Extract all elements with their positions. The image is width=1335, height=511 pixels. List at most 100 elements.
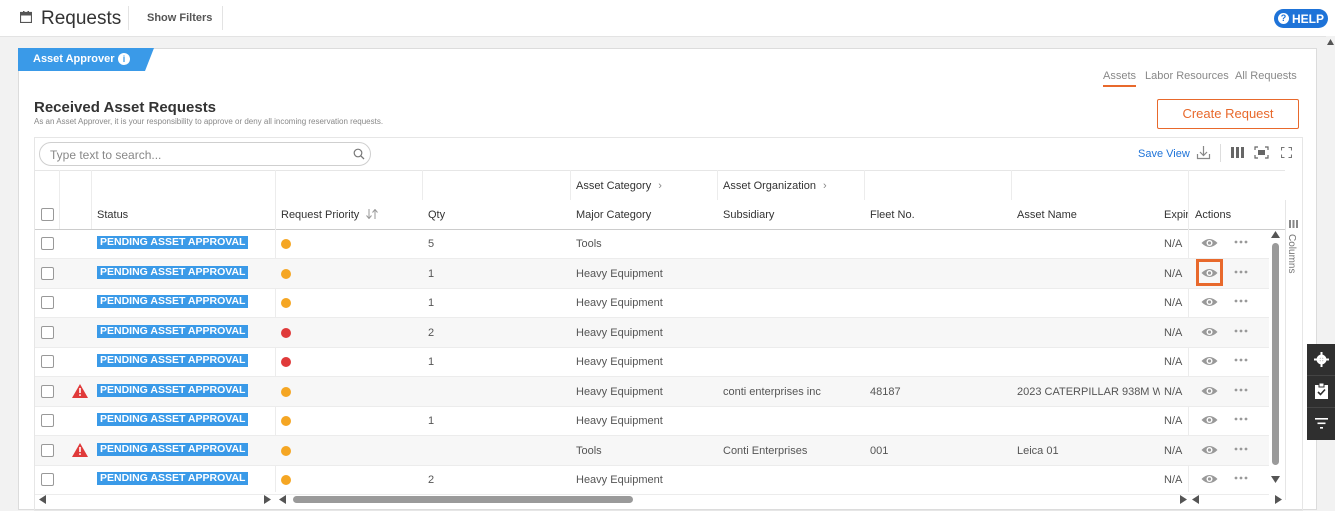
- column-header-priority[interactable]: Request Priority: [281, 208, 379, 221]
- help-button[interactable]: ? HELP: [1274, 9, 1328, 28]
- status-badge: PENDING ASSET APPROVAL: [97, 324, 249, 338]
- divider: [128, 6, 129, 30]
- more-options-icon[interactable]: [1234, 476, 1248, 480]
- column-header-subsidiary[interactable]: Subsidiary: [723, 209, 774, 221]
- more-options-icon[interactable]: [1234, 358, 1248, 362]
- settings-button[interactable]: [1307, 344, 1335, 376]
- column-layout-icon[interactable]: [1231, 147, 1244, 158]
- tab-all-requests[interactable]: All Requests: [1235, 70, 1297, 82]
- row-checkbox[interactable]: [41, 237, 54, 250]
- download-icon[interactable]: [1196, 145, 1211, 160]
- scroll-up-icon[interactable]: [1327, 39, 1334, 45]
- column-header-major-category[interactable]: Major Category: [576, 209, 651, 221]
- more-options-icon[interactable]: [1234, 417, 1248, 421]
- table-row[interactable]: PENDING ASSET APPROVAL Heavy Equipment con…: [35, 376, 1269, 407]
- column-header-asset-name[interactable]: Asset Name: [1017, 209, 1077, 221]
- expiration-cell: N/A: [1164, 385, 1183, 398]
- sort-icon[interactable]: [366, 208, 379, 220]
- table-row[interactable]: PENDING ASSET APPROVAL 1 Heavy Equipment N/…: [35, 406, 1269, 436]
- more-options-icon[interactable]: [1234, 299, 1248, 303]
- row-checkbox[interactable]: [41, 414, 54, 427]
- asset-organization-group[interactable]: Asset Organization ›: [723, 180, 827, 192]
- chevron-right-icon: ›: [823, 180, 827, 192]
- view-eye-icon[interactable]: [1201, 296, 1218, 308]
- table-row[interactable]: PENDING ASSET APPROVAL 2 Heavy Equipment N/…: [35, 317, 1269, 348]
- calendar-icon: [20, 11, 32, 23]
- fit-columns-icon[interactable]: [1254, 146, 1269, 159]
- status-badge: PENDING ASSET APPROVAL: [97, 442, 249, 456]
- filter-button[interactable]: [1307, 408, 1335, 439]
- row-checkbox[interactable]: [41, 473, 54, 486]
- qty-cell: 2: [428, 326, 435, 339]
- table-row[interactable]: PENDING ASSET APPROVAL 2 Heavy Equipment N/…: [35, 465, 1269, 495]
- role-tab[interactable]: Asset Approver i: [18, 48, 154, 71]
- more-options-icon[interactable]: [1234, 447, 1248, 451]
- checklist-button[interactable]: [1307, 376, 1335, 408]
- expiration-cell: N/A: [1164, 444, 1183, 457]
- question-icon: ?: [1278, 13, 1289, 24]
- row-checkbox[interactable]: [41, 384, 54, 398]
- table-row[interactable]: PENDING ASSET APPROVAL 5 Tools N/A: [35, 229, 1269, 259]
- qty-cell: 2: [428, 474, 435, 486]
- table-row[interactable]: PENDING ASSET APPROVAL 1 Heavy Equipment N/…: [35, 347, 1269, 377]
- view-eye-icon[interactable]: [1201, 473, 1218, 485]
- show-filters-button[interactable]: Show Filters: [147, 12, 212, 24]
- priority-indicator: [281, 298, 291, 308]
- fullscreen-icon[interactable]: [1281, 147, 1292, 158]
- scroll-down-icon[interactable]: [1271, 476, 1280, 483]
- row-checkbox[interactable]: [41, 266, 54, 280]
- asset-category-label: Asset Category: [576, 180, 652, 192]
- info-icon[interactable]: i: [118, 53, 130, 65]
- more-options-icon[interactable]: [1234, 270, 1248, 274]
- scroll-thumb[interactable]: [1272, 243, 1279, 465]
- table-row[interactable]: PENDING ASSET APPROVAL 1 Heavy Equipment N/…: [35, 288, 1269, 318]
- view-eye-icon[interactable]: [1201, 237, 1218, 249]
- search-input[interactable]: [48, 146, 342, 164]
- column-header-actions: Actions: [1195, 209, 1232, 221]
- column-header-expiration[interactable]: Expir: [1164, 209, 1188, 221]
- more-options-icon[interactable]: [1234, 240, 1248, 244]
- view-eye-icon[interactable]: [1201, 414, 1218, 426]
- column-header-fleet-no[interactable]: Fleet No.: [870, 209, 915, 221]
- view-eye-icon[interactable]: [1201, 444, 1218, 456]
- table-row[interactable]: PENDING ASSET APPROVAL Tools Conti Enterpr…: [35, 435, 1269, 466]
- qty-cell: 1: [428, 297, 435, 309]
- more-options-icon[interactable]: [1234, 388, 1248, 392]
- status-badge: PENDING ASSET APPROVAL: [97, 472, 249, 485]
- search-icon[interactable]: [353, 148, 365, 160]
- priority-indicator: [281, 327, 291, 338]
- horizontal-scrollbar[interactable]: [35, 492, 1285, 506]
- requests-panel: Asset Approver i Assets Labor Resources …: [18, 48, 1317, 511]
- view-eye-icon[interactable]: [1201, 355, 1218, 367]
- row-checkbox[interactable]: [41, 443, 54, 457]
- divider: [422, 170, 423, 200]
- columns-panel-label[interactable]: Columns: [1286, 234, 1297, 273]
- column-header-status[interactable]: Status: [97, 209, 128, 221]
- gear-icon: [1314, 352, 1329, 367]
- major-category-cell: Tools: [576, 444, 602, 457]
- table-row[interactable]: PENDING ASSET APPROVAL 1 Heavy Equipment N/…: [35, 258, 1269, 289]
- scroll-up-icon[interactable]: [1271, 231, 1280, 238]
- row-checkbox[interactable]: [41, 355, 54, 368]
- divider: [864, 170, 865, 200]
- save-view-link[interactable]: Save View: [1138, 148, 1190, 160]
- columns-icon: [1289, 220, 1298, 228]
- column-header-qty[interactable]: Qty: [428, 209, 445, 221]
- select-all-checkbox[interactable]: [41, 208, 54, 221]
- major-category-cell: Heavy Equipment: [576, 267, 663, 280]
- view-eye-icon[interactable]: [1201, 326, 1218, 338]
- divider: [1220, 144, 1221, 162]
- asset-category-group[interactable]: Asset Category ›: [576, 180, 662, 192]
- more-options-icon[interactable]: [1234, 329, 1248, 333]
- scroll-thumb[interactable]: [293, 496, 633, 503]
- vertical-scrollbar[interactable]: [1270, 229, 1282, 489]
- page-scrollbar[interactable]: [1326, 36, 1335, 344]
- search-box[interactable]: [39, 142, 371, 166]
- divider: [1011, 170, 1012, 200]
- create-request-button[interactable]: Create Request: [1157, 99, 1299, 129]
- row-checkbox[interactable]: [41, 325, 54, 339]
- tab-assets[interactable]: Assets: [1103, 70, 1137, 87]
- tab-labor-resources[interactable]: Labor Resources: [1145, 70, 1229, 82]
- view-eye-icon[interactable]: [1201, 385, 1218, 397]
- row-checkbox[interactable]: [41, 296, 54, 309]
